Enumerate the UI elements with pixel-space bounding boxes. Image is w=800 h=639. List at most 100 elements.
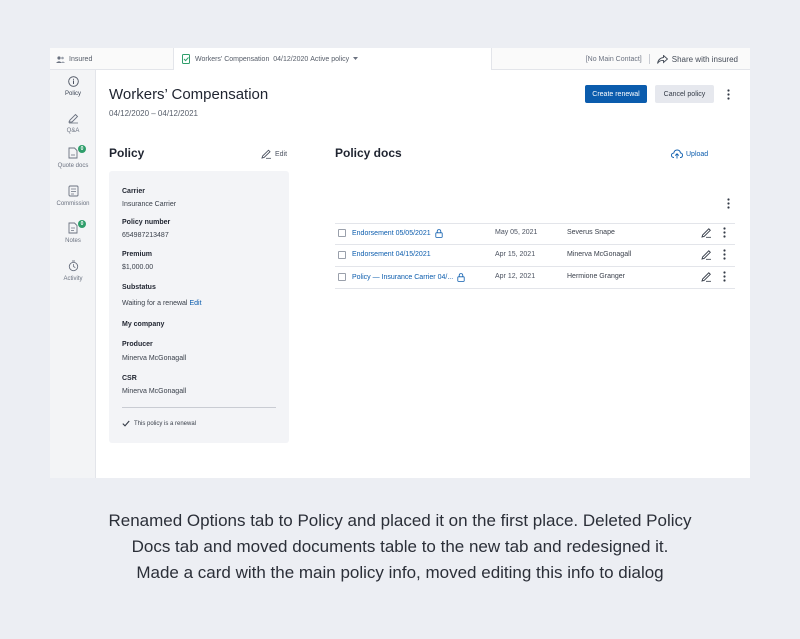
row-checkbox[interactable] xyxy=(338,251,346,259)
sidebar-item-label: Activity xyxy=(63,276,83,282)
policy-date: 04/12/2020 xyxy=(273,55,309,63)
csr-value: Minerva McGonagall xyxy=(122,388,187,395)
table-row: Policy — Insurance Carrier 04/... Apr 12… xyxy=(335,267,735,289)
sidebar-item-qa[interactable]: Q&A xyxy=(50,113,96,134)
users-icon xyxy=(56,55,65,63)
insured-label: Insured xyxy=(69,55,93,63)
main-content: Workers’ Compensation 04/12/2020 – 04/12… xyxy=(96,70,750,478)
doc-date: Apr 12, 2021 xyxy=(495,273,536,280)
my-company-heading: My company xyxy=(122,321,165,328)
row-checkbox[interactable] xyxy=(338,273,346,281)
share-icon xyxy=(656,54,668,64)
policy-status: Active policy xyxy=(310,55,350,63)
chevron-down-icon xyxy=(353,57,359,61)
share-button[interactable]: Share with insured xyxy=(656,54,738,64)
doc-link[interactable]: Policy — Insurance Carrier 04/... xyxy=(352,273,465,282)
app-window: Insured Workers' Compensation 04/12/2020… xyxy=(50,48,750,478)
doc-date: Apr 15, 2021 xyxy=(495,251,536,258)
doc-author: Minerva McGonagall xyxy=(567,251,632,258)
change-description: Renamed Options tab to Policy and placed… xyxy=(40,508,760,586)
info-icon xyxy=(50,76,96,89)
doc-name: Policy — Insurance Carrier 04/... xyxy=(352,274,454,281)
policy-number-label: Policy number xyxy=(122,219,171,226)
row-checkbox[interactable] xyxy=(338,229,346,237)
pencil-icon[interactable] xyxy=(701,271,712,282)
pencil-icon xyxy=(261,149,272,159)
sidebar-item-commission[interactable]: Commission xyxy=(50,185,96,207)
policy-number-value: 654987213487 xyxy=(122,232,169,239)
row-more-icon[interactable] xyxy=(723,227,726,238)
doc-name: Endorsement 04/15/2021 xyxy=(352,251,431,258)
renewal-note: This policy is a renewal xyxy=(122,420,196,427)
doc-link[interactable]: Endorsement 05/05/2021 xyxy=(352,229,443,238)
premium-label: Premium xyxy=(122,251,152,258)
edit-label: Edit xyxy=(275,150,288,158)
sidebar-item-policy[interactable]: Policy xyxy=(50,76,96,97)
lock-icon xyxy=(457,273,465,282)
main-contact[interactable]: [No Main Contact] xyxy=(586,56,642,63)
insured-tab[interactable]: Insured xyxy=(50,48,174,70)
pencil-icon[interactable] xyxy=(701,249,712,260)
substatus-value: Waiting for a renewal xyxy=(122,300,188,307)
divider xyxy=(648,54,650,64)
policy-selector[interactable]: Workers' Compensation 04/12/2020 Active … xyxy=(174,48,492,70)
docs-more-actions-icon[interactable] xyxy=(723,196,733,210)
premium-value: $1,000.00 xyxy=(122,264,154,271)
top-bar: Insured Workers' Compensation 04/12/2020… xyxy=(50,48,750,70)
pencil-icon[interactable] xyxy=(701,227,712,238)
quote-docs-icon xyxy=(50,147,96,161)
cancel-policy-button[interactable]: Cancel policy xyxy=(655,85,714,103)
producer-label: Producer xyxy=(122,341,153,348)
sidebar-item-label: Notes xyxy=(65,238,81,244)
cloud-upload-icon xyxy=(671,149,683,159)
substatus-edit-link[interactable]: Edit xyxy=(189,300,201,307)
row-more-icon[interactable] xyxy=(723,249,726,260)
row-more-icon[interactable] xyxy=(723,271,726,282)
card-divider xyxy=(122,407,276,408)
caption-line: Renamed Options tab to Policy and placed… xyxy=(108,511,692,530)
sidebar-item-label: Quote docs xyxy=(57,163,89,169)
carrier-value: Insurance Carrier xyxy=(122,201,177,208)
csr-label: CSR xyxy=(122,375,137,382)
doc-author: Severus Snape xyxy=(567,229,615,236)
table-row: Endorsement 04/15/2021 Apr 15, 2021 Mine… xyxy=(335,245,735,267)
sidebar-item-activity[interactable]: Activity xyxy=(50,260,96,282)
policy-check-icon xyxy=(182,54,191,64)
notes-icon xyxy=(50,222,96,236)
create-renewal-button[interactable]: Create renewal xyxy=(585,85,647,103)
renewal-note-text: This policy is a renewal xyxy=(134,420,197,427)
sidebar-item-label: Commission xyxy=(56,201,90,207)
doc-author: Hermione Granger xyxy=(567,273,625,280)
activity-icon xyxy=(50,260,96,274)
sidebar: Policy Q&A 0 Quote docs Commission 0 Not… xyxy=(50,70,96,478)
policy-edit-button[interactable]: Edit xyxy=(261,149,287,159)
share-label: Share with insured xyxy=(671,54,738,64)
quote-docs-badge: 0 xyxy=(78,145,86,153)
table-row: Endorsement 05/05/2021 May 05, 2021 Seve… xyxy=(335,223,735,245)
producer-value: Minerva McGonagall xyxy=(122,355,187,362)
carrier-label: Carrier xyxy=(122,188,145,195)
sidebar-item-label: Q&A xyxy=(66,128,80,134)
doc-link[interactable]: Endorsement 04/15/2021 xyxy=(352,251,431,258)
lock-icon xyxy=(435,229,443,238)
contact-area: [No Main Contact] Share with insured xyxy=(492,48,750,70)
more-actions-icon[interactable] xyxy=(723,87,733,101)
sidebar-item-label: Policy xyxy=(64,91,81,97)
qa-icon xyxy=(50,113,96,126)
caption-line: Docs tab and moved documents table to th… xyxy=(131,537,669,556)
notes-badge: 0 xyxy=(78,220,86,228)
doc-date: May 05, 2021 xyxy=(495,229,538,236)
policy-section-title: Policy xyxy=(109,146,145,160)
page-title: Workers’ Compensation xyxy=(109,86,269,103)
upload-button[interactable]: Upload xyxy=(671,149,708,159)
doc-name: Endorsement 05/05/2021 xyxy=(352,230,431,237)
checkmark-icon xyxy=(122,420,130,427)
substatus-value-row: Waiting for a renewal Edit xyxy=(122,300,202,307)
upload-label: Upload xyxy=(686,150,709,158)
sidebar-item-quote-docs[interactable]: 0 Quote docs xyxy=(50,145,96,169)
caption-line: Made a card with the main policy info, m… xyxy=(136,563,664,582)
commission-icon xyxy=(50,185,96,199)
policy-docs-title: Policy docs xyxy=(335,146,402,160)
policy-card: Carrier Insurance Carrier Policy number … xyxy=(109,171,289,443)
sidebar-item-notes[interactable]: 0 Notes xyxy=(50,220,96,244)
